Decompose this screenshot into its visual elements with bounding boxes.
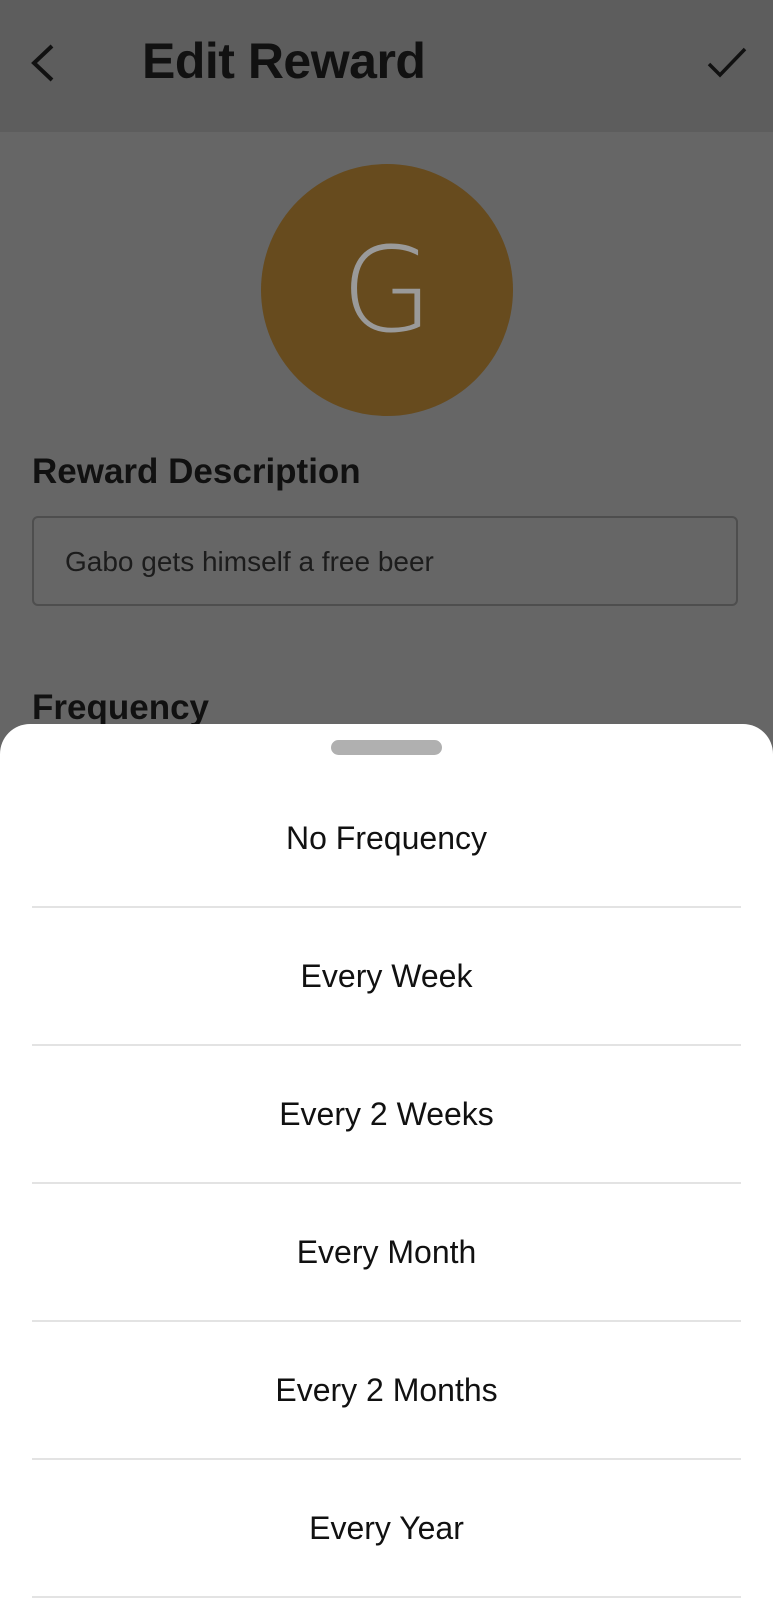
frequency-bottom-sheet: No Frequency Every Week Every 2 Weeks Ev… [0,724,773,1624]
description-value: Gabo gets himself a free beer [65,546,434,577]
option-every-2-months[interactable]: Every 2 Months [32,1323,741,1460]
avatar[interactable]: G [261,164,513,416]
app-bar: Edit Reward [0,0,773,132]
check-icon[interactable] [706,44,748,80]
option-no-frequency[interactable]: No Frequency [32,771,741,908]
back-icon[interactable] [26,40,66,86]
option-every-month[interactable]: Every Month [32,1185,741,1322]
description-label: Reward Description [32,452,361,491]
option-every-year[interactable]: Every Year [32,1461,741,1598]
page-title: Edit Reward [142,33,426,89]
option-every-week[interactable]: Every Week [32,909,741,1046]
avatar-initial: G [341,221,433,359]
frequency-label: Frequency [32,688,209,727]
drag-handle[interactable] [331,740,442,755]
description-input[interactable]: Gabo gets himself a free beer [32,516,738,606]
option-every-2-weeks[interactable]: Every 2 Weeks [32,1047,741,1184]
